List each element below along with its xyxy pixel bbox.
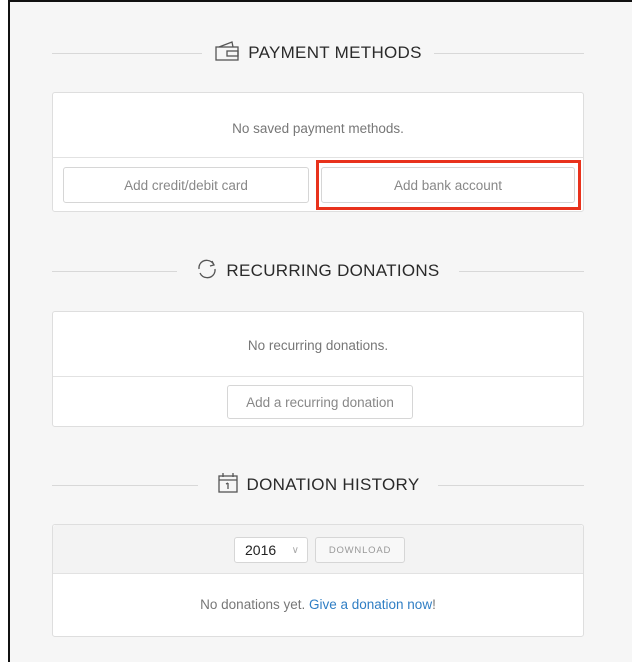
- history-empty-suffix: !: [432, 597, 436, 612]
- wallet-icon: [214, 40, 240, 66]
- donation-history-title-wrap: DONATION HISTORY: [204, 471, 432, 499]
- donation-history-title: DONATION HISTORY: [246, 475, 420, 494]
- download-button[interactable]: DOWNLOAD: [315, 537, 405, 563]
- history-empty-text: No donations yet.: [200, 597, 309, 612]
- payment-empty-message: No saved payment methods.: [232, 121, 404, 136]
- header-rule-left: [52, 485, 198, 486]
- calendar-icon: [217, 472, 239, 499]
- payment-methods-header: PAYMENT METHODS: [52, 38, 584, 68]
- recurring-donations-panel: No recurring donations. Add a recurring …: [52, 311, 584, 427]
- payment-methods-title: PAYMENT METHODS: [248, 43, 422, 62]
- year-select[interactable]: 2016 ∨: [234, 537, 308, 563]
- give-donation-link[interactable]: Give a donation now: [309, 597, 432, 612]
- recurring-donations-header: RECURRING DONATIONS: [52, 256, 584, 286]
- add-card-button[interactable]: Add credit/debit card: [63, 167, 309, 203]
- header-rule-left: [52, 271, 177, 272]
- header-rule-right: [459, 271, 584, 272]
- donation-history-panel: 2016 ∨ DOWNLOAD No donations yet. Give a…: [52, 524, 584, 637]
- header-rule-left: [52, 53, 202, 54]
- recurring-empty-message: No recurring donations.: [247, 338, 389, 353]
- header-rule-right: [434, 53, 584, 54]
- chevron-down-icon: ∨: [291, 545, 299, 556]
- recurring-panel-divider: [53, 376, 583, 377]
- payment-methods-title-wrap: PAYMENT METHODS: [202, 40, 434, 66]
- refresh-icon: [196, 258, 218, 285]
- recurring-title-wrap: RECURRING DONATIONS: [184, 257, 452, 285]
- highlight-box: [316, 160, 581, 210]
- add-recurring-donation-button[interactable]: Add a recurring donation: [227, 385, 413, 419]
- donation-history-header: DONATION HISTORY: [52, 470, 584, 500]
- recurring-donations-title: RECURRING DONATIONS: [226, 261, 440, 280]
- header-rule-right: [438, 485, 584, 486]
- year-select-value: 2016: [245, 542, 277, 558]
- history-empty-message: No donations yet. Give a donation now!: [53, 597, 583, 612]
- payment-panel-divider: [53, 157, 583, 158]
